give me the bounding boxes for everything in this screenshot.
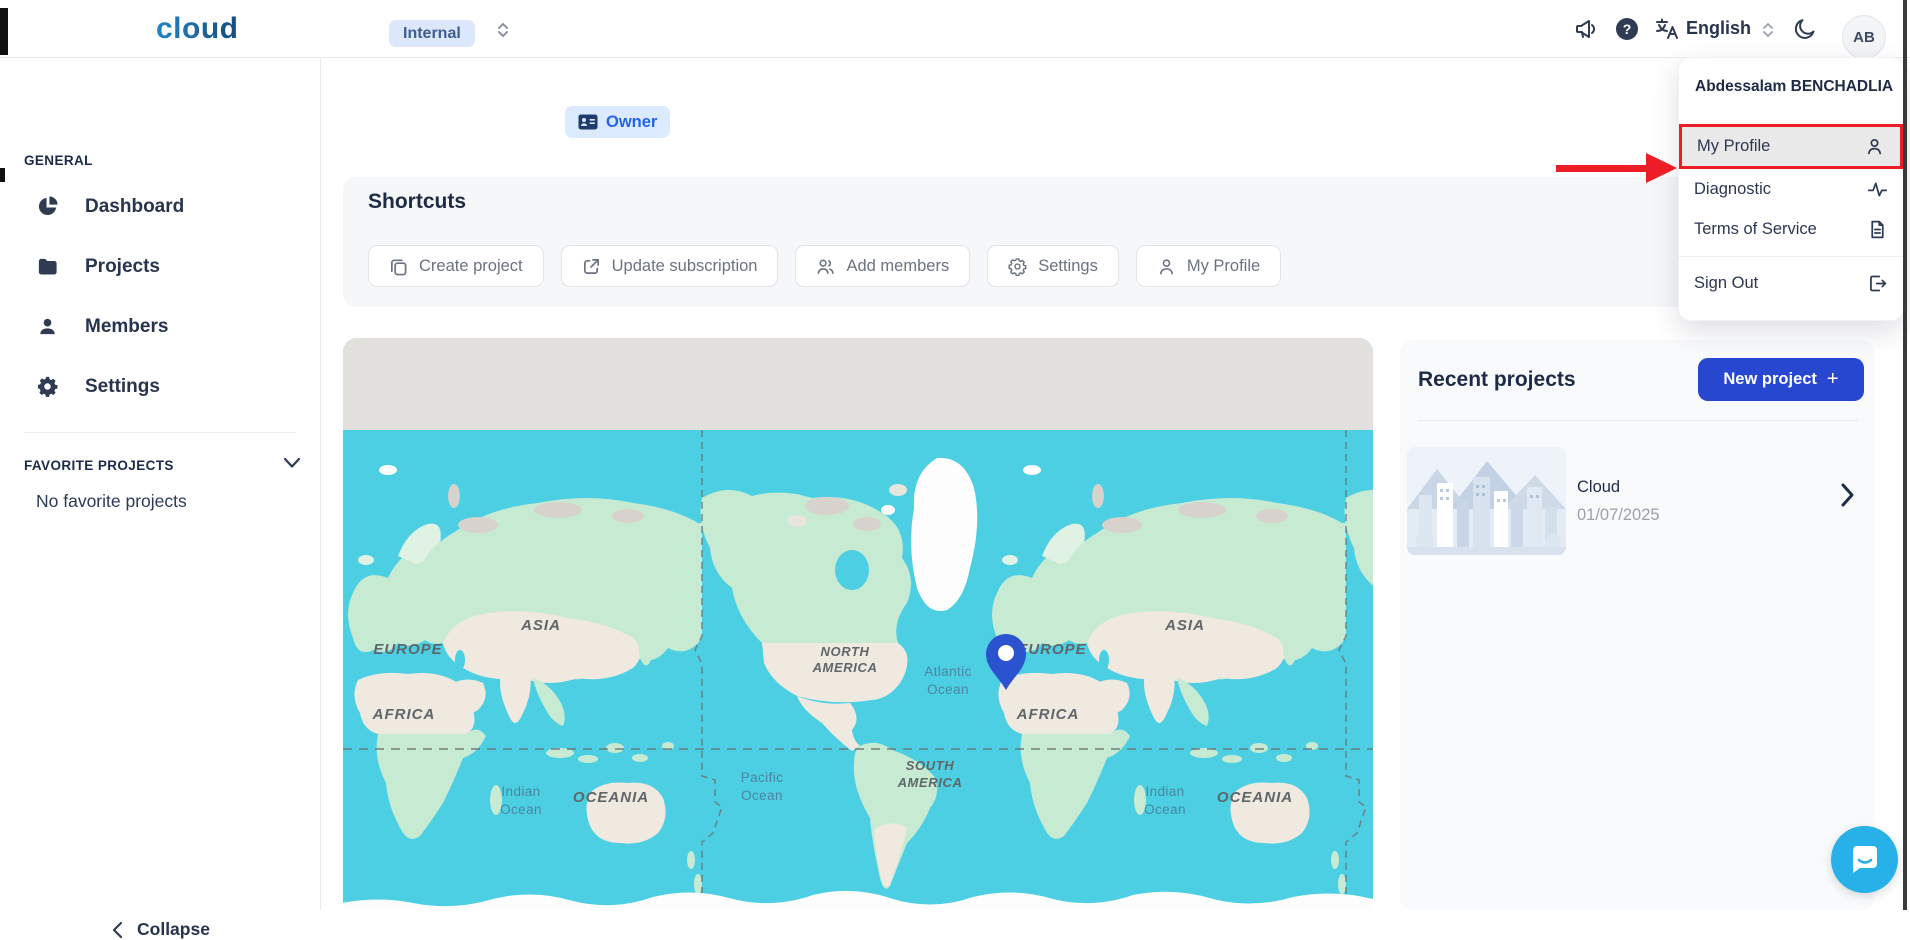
chevron-left-icon [112, 921, 123, 939]
add-members-button[interactable]: Add members [795, 245, 970, 287]
shortcuts-buttons: Create project Update subscription Add m… [368, 245, 1281, 287]
button-label: Create project [419, 257, 523, 276]
person-icon [36, 315, 59, 338]
language-chevrons-icon[interactable] [1762, 22, 1774, 38]
settings-button[interactable]: Settings [987, 245, 1119, 287]
recent-projects-panel: Recent projects New project + [1400, 340, 1874, 910]
folder-icon [36, 255, 59, 278]
new-project-button[interactable]: New project + [1698, 358, 1864, 401]
sidebar-item-dashboard[interactable]: Dashboard [36, 195, 184, 218]
button-label: Add members [846, 257, 949, 276]
menu-item-label: Sign Out [1694, 274, 1758, 293]
sidebar-divider [24, 432, 296, 433]
person-icon [1157, 257, 1176, 276]
sidebar-item-label: Members [85, 316, 168, 338]
button-label: Update subscription [612, 257, 758, 276]
copy-icon [389, 257, 408, 276]
dark-mode-icon[interactable] [1793, 17, 1817, 41]
expand-chevrons-icon[interactable] [496, 21, 510, 39]
sidebar-item-settings[interactable]: Settings [36, 375, 160, 398]
menu-item-my-profile[interactable]: My Profile [1679, 124, 1903, 169]
menu-item-label: Terms of Service [1694, 220, 1817, 239]
project-date: 01/07/2025 [1577, 506, 1660, 525]
project-thumbnail [1407, 447, 1566, 555]
window-edge [1903, 0, 1907, 910]
button-label: Settings [1038, 257, 1098, 276]
person-icon [1864, 136, 1885, 157]
user-avatar[interactable]: AB [1842, 15, 1886, 59]
button-label: My Profile [1187, 257, 1260, 276]
sidebar-item-projects[interactable]: Projects [36, 255, 160, 278]
my-profile-button[interactable]: My Profile [1136, 245, 1281, 287]
external-link-icon [582, 257, 601, 276]
gear-icon [36, 375, 59, 398]
announcements-icon[interactable] [1574, 17, 1598, 41]
language-selector[interactable]: English [1686, 18, 1751, 39]
plus-icon: + [1827, 368, 1839, 391]
update-subscription-button[interactable]: Update subscription [561, 245, 779, 287]
top-bar: cloud Internal ? English AB [0, 0, 1910, 58]
environment-badge[interactable]: Internal [389, 20, 475, 47]
owner-role-badge: Owner [565, 106, 670, 138]
id-card-icon [578, 114, 598, 130]
window-edge [0, 168, 5, 182]
sidebar-section-general: GENERAL [24, 153, 93, 168]
shortcuts-card: Shortcuts Create project Update subscrip… [343, 177, 1874, 307]
svg-text:?: ? [1623, 21, 1632, 37]
sidebar-item-label: Projects [85, 256, 160, 278]
sidebar-item-label: Settings [85, 376, 160, 398]
menu-item-terms-of-service[interactable]: Terms of Service [1679, 209, 1903, 249]
map-canvas: ASIA EUROPE AFRICA NORTH AMERICA SOUTH A… [343, 338, 1373, 910]
pie-chart-icon [36, 195, 59, 218]
chevron-right-icon[interactable] [1840, 482, 1855, 508]
favorites-empty-text: No favorite projects [36, 491, 187, 512]
activity-icon [1867, 179, 1888, 200]
chat-bubble-icon [1847, 842, 1883, 878]
sidebar-item-label: Dashboard [85, 196, 184, 218]
collapse-label: Collapse [137, 919, 210, 940]
people-icon [816, 257, 835, 276]
document-icon [1867, 219, 1888, 240]
sign-out-icon [1867, 273, 1888, 294]
annotation-arrow [1556, 165, 1648, 172]
gear-icon [1008, 257, 1027, 276]
collapse-sidebar-button[interactable]: Collapse [112, 919, 210, 940]
window-edge [0, 8, 8, 55]
owner-badge-label: Owner [606, 113, 657, 132]
project-name: Cloud [1577, 478, 1660, 497]
translate-icon[interactable] [1655, 17, 1679, 41]
sidebar-item-members[interactable]: Members [36, 315, 168, 338]
annotation-arrow-head [1646, 153, 1677, 183]
user-menu-name: Abdessalam BENCHADLIA [1679, 58, 1903, 96]
chevron-down-icon[interactable] [283, 457, 301, 469]
new-project-label: New project [1723, 370, 1817, 389]
recent-projects-title: Recent projects [1418, 368, 1576, 392]
sidebar-section-favorites: FAVORITE PROJECTS [24, 458, 174, 473]
sidebar: GENERAL Dashboard Projects Members Setti… [0, 57, 321, 910]
create-project-button[interactable]: Create project [368, 245, 544, 287]
menu-item-diagnostic[interactable]: Diagnostic [1679, 169, 1903, 209]
menu-item-sign-out[interactable]: Sign Out [1679, 261, 1903, 305]
menu-divider [1679, 256, 1903, 257]
menu-item-label: Diagnostic [1694, 180, 1771, 199]
world-map[interactable]: ASIA EUROPE AFRICA NORTH AMERICA SOUTH A… [343, 338, 1373, 910]
user-menu: Abdessalam BENCHADLIA My Profile Diagnos… [1678, 57, 1904, 321]
divider [1418, 420, 1858, 421]
app-logo: cloud [156, 12, 239, 46]
help-icon[interactable]: ? [1615, 17, 1639, 41]
chat-launcher-button[interactable] [1831, 826, 1898, 893]
shortcuts-title: Shortcuts [368, 190, 466, 214]
project-list-item[interactable]: Cloud 01/07/2025 [1407, 436, 1867, 566]
menu-item-label: My Profile [1697, 137, 1770, 156]
